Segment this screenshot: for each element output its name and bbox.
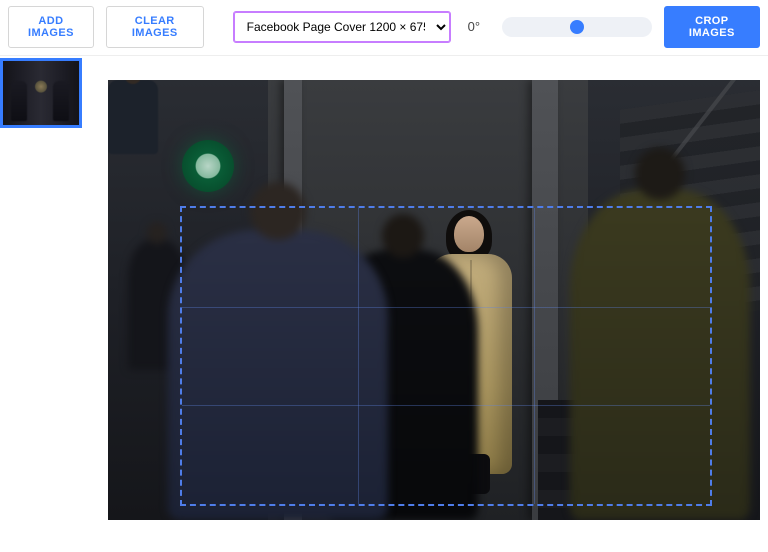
top-toolbar: ADD IMAGES CLEAR IMAGES Facebook Page Co… bbox=[0, 0, 768, 56]
thumbnail-image bbox=[3, 61, 79, 125]
add-images-button[interactable]: ADD IMAGES bbox=[8, 6, 94, 48]
crop-grid-line bbox=[182, 307, 710, 308]
aspect-preset-select[interactable]: Facebook Page Cover 1200 × 675 bbox=[234, 12, 450, 42]
thumbnail-strip bbox=[0, 56, 84, 552]
content-area bbox=[0, 56, 768, 552]
crop-grid-line bbox=[182, 405, 710, 406]
canvas-wrap bbox=[84, 56, 768, 552]
clear-images-button[interactable]: CLEAR IMAGES bbox=[106, 6, 204, 48]
thumbnail-item[interactable] bbox=[0, 58, 82, 128]
rotate-degree-label: 0° bbox=[468, 19, 492, 34]
rotate-slider[interactable] bbox=[502, 17, 652, 37]
rotate-control: 0° bbox=[468, 17, 652, 37]
logo-circle-icon bbox=[182, 140, 234, 192]
crop-grid-line bbox=[358, 208, 359, 504]
crop-images-button[interactable]: CROP IMAGES bbox=[664, 6, 760, 48]
crop-grid-line bbox=[534, 208, 535, 504]
crop-selection[interactable] bbox=[180, 206, 712, 506]
image-canvas[interactable] bbox=[108, 80, 760, 520]
figure-seated bbox=[108, 80, 158, 154]
